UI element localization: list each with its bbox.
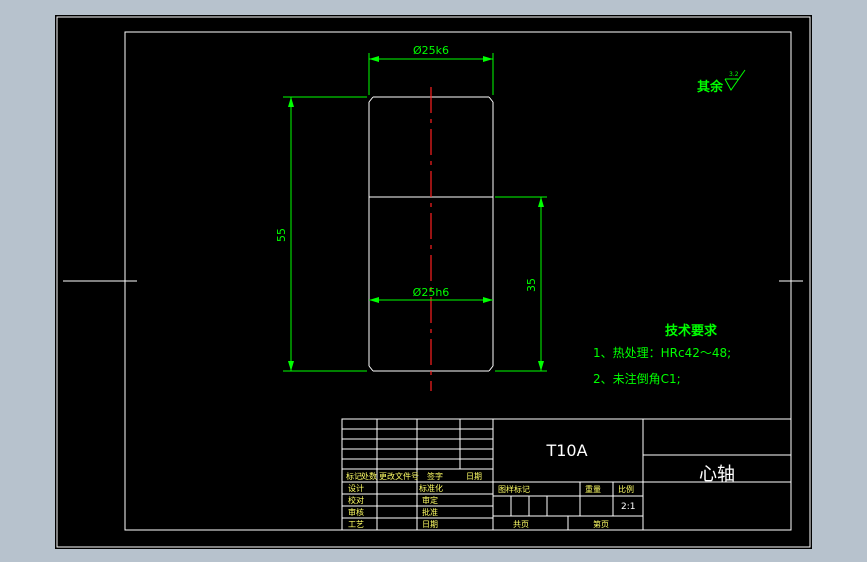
tech-req-item-1: 1、热处理：HRc42～48; (593, 346, 731, 360)
surface-finish-label: 其余 (697, 79, 724, 95)
part-name-text: 心轴 (699, 464, 735, 485)
dim-overall-length (283, 96, 367, 372)
dim-lower-length (495, 196, 547, 372)
tb-zones: 处数 (361, 471, 377, 481)
tb-audit: 审核 (348, 507, 364, 517)
tb-mark: 标记 (346, 471, 362, 481)
tb-signature: 签字 (427, 471, 443, 481)
tb-review: 审定 (422, 495, 438, 505)
tb-change-doc: 更改文件号 (379, 471, 419, 481)
tb-stage-mark: 图样标记 (498, 484, 530, 494)
dim-lower-length-text: 35 (525, 278, 538, 292)
tb-date: 日期 (466, 472, 482, 481)
dim-bottom-diameter-text: Ø25h6 (413, 286, 450, 299)
tech-req-item-2: 2、未注倒角C1; (593, 371, 681, 386)
tb-weight: 重量 (585, 484, 601, 494)
drawing-canvas: Ø25k6 Ø25h6 55 35 其余 3.2 技术要求 1、热处理：HRc4… (56, 16, 811, 548)
tb-scale-value: 2:1 (621, 502, 635, 512)
tech-req-title: 技术要求 (665, 323, 718, 339)
tb-total-sheets: 共页 (513, 520, 529, 529)
tb-process: 工艺 (348, 520, 364, 529)
tb-design: 设计 (348, 483, 364, 493)
tb-scale-label: 比例 (618, 484, 634, 494)
surface-finish-value: 3.2 (729, 71, 739, 78)
tb-approve: 批准 (422, 507, 438, 517)
material-text: T10A (545, 441, 587, 460)
tb-date2: 日期 (422, 520, 438, 529)
tb-standardize: 标准化 (419, 483, 443, 493)
dim-top-diameter-text: Ø25k6 (413, 44, 449, 57)
cad-drawing-viewport[interactable]: Ø25k6 Ø25h6 55 35 其余 3.2 技术要求 1、热处理：HRc4… (55, 15, 812, 549)
tb-sheet-no: 第页 (593, 519, 609, 529)
tb-proofread: 校对 (348, 495, 364, 505)
dim-overall-length-text: 55 (275, 228, 288, 242)
